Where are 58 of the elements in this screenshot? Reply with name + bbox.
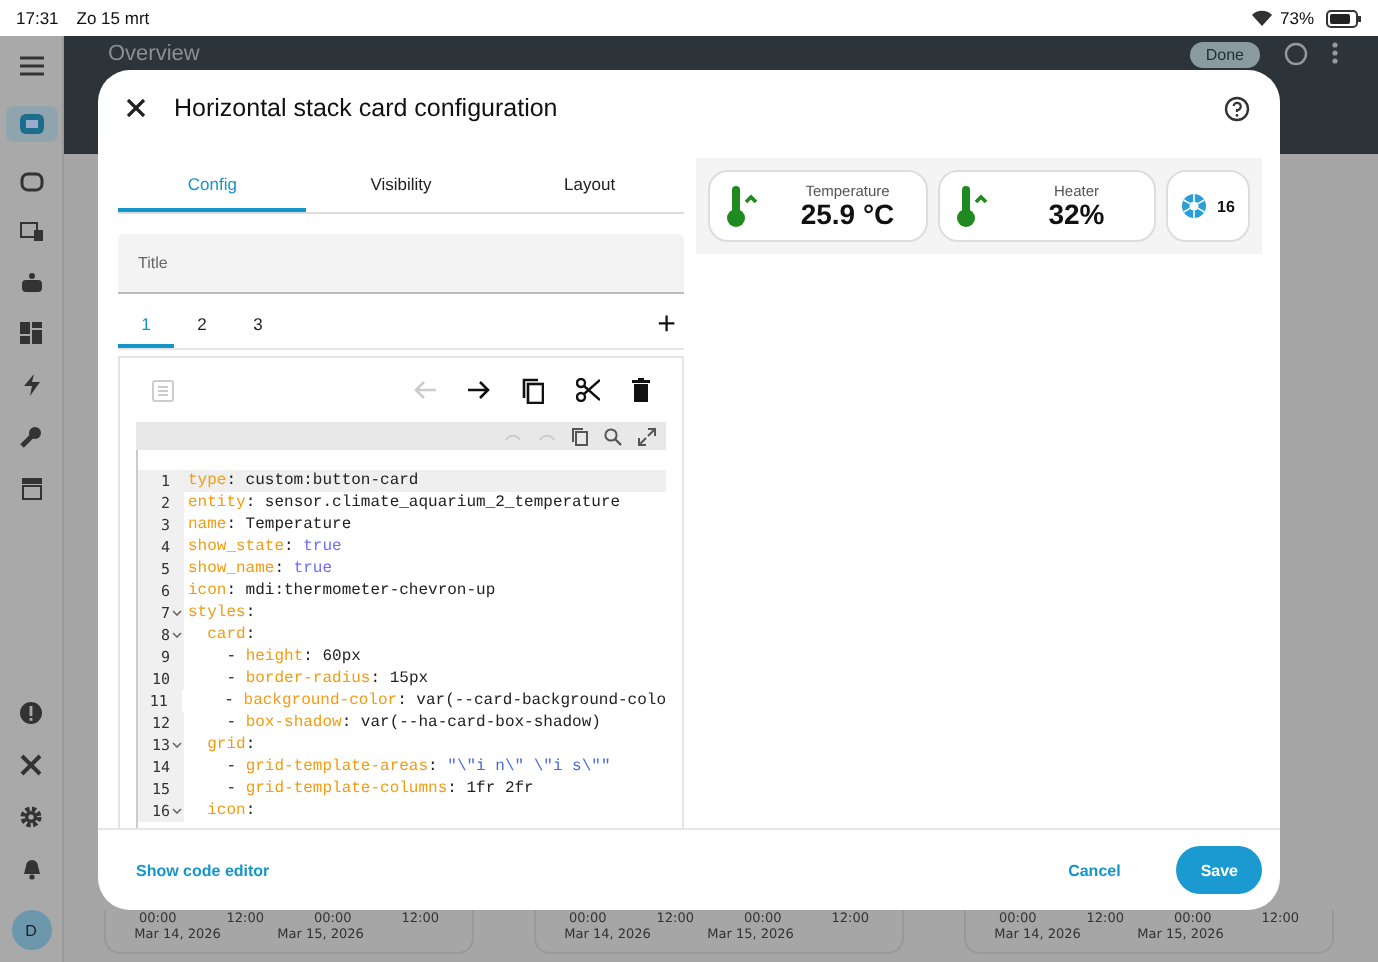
battery-percentage: 73% <box>1279 8 1314 28</box>
dashboard-title: Overview <box>108 42 200 66</box>
code-line: grid: <box>205 734 258 756</box>
battery-icon <box>1326 9 1362 27</box>
devices-icon[interactable] <box>19 222 43 242</box>
alert-icon[interactable] <box>20 702 42 724</box>
code-line: - height: 60px <box>224 646 363 668</box>
code-line: icon: mdi:thermometer-chevron-up <box>186 580 498 602</box>
code-line: name: Temperature <box>186 514 354 536</box>
bell-icon[interactable] <box>21 858 41 880</box>
fold-caret-icon[interactable] <box>172 742 182 748</box>
code-line: icon: <box>205 800 258 822</box>
card-tab[interactable]: 3 <box>230 302 286 348</box>
add-button[interactable]: + <box>649 311 684 339</box>
code-line: - grid-template-areas: "\"i n\" \"i s\"" <box>224 756 613 778</box>
more-icon[interactable] <box>1332 42 1338 64</box>
wifi-icon <box>1251 10 1272 26</box>
fullscreen-icon[interactable] <box>638 427 656 445</box>
code-line: card: <box>205 624 258 646</box>
arrow-right-icon[interactable] <box>468 380 490 400</box>
store-icon[interactable] <box>21 478 41 500</box>
close-icon[interactable] <box>126 98 146 118</box>
sensor-value: 32% <box>1048 200 1105 230</box>
tab[interactable]: Visibility <box>306 158 496 212</box>
copy-icon[interactable] <box>572 427 588 445</box>
code-line: - border-radius: 15px <box>224 668 431 690</box>
code-line: show_state: true <box>186 536 344 558</box>
status-time: 17:31 <box>16 8 59 28</box>
done-button[interactable]: Done <box>1189 42 1260 68</box>
fold-caret-icon[interactable] <box>172 808 182 814</box>
code-line: - grid-template-columns: 1fr 2fr <box>224 778 536 800</box>
code-line: styles: <box>186 602 258 624</box>
code-line: - background-color: var(--card-background-colo <box>222 690 666 712</box>
lightning-icon[interactable] <box>23 374 39 396</box>
settings-icon[interactable] <box>20 806 42 828</box>
tools-icon[interactable] <box>20 754 42 776</box>
code-line: entity: sensor.climate_aquarium_2_temperature <box>186 492 623 514</box>
sensor-card[interactable]: 16 <box>1166 170 1250 242</box>
code-line: - box-shadow: var(--ha-card-box-shadow) <box>224 712 603 734</box>
fold-caret-icon[interactable] <box>172 632 182 638</box>
sensor-value: 25.9 °C <box>800 200 895 230</box>
aperture-icon <box>1181 194 1206 218</box>
sensor-value: 16 <box>1217 197 1235 215</box>
scissors-icon[interactable] <box>576 378 600 402</box>
code-line: show_name: true <box>186 558 335 580</box>
sidebar-item[interactable] <box>5 106 57 142</box>
card-tab[interactable]: 2 <box>174 302 230 348</box>
status-date: Zo 15 mrt <box>76 8 150 28</box>
dialog-title: Horizontal stack card configuration <box>174 94 558 122</box>
user-avatar[interactable]: D <box>11 910 51 950</box>
tab[interactable]: Layout <box>495 158 684 212</box>
delete-icon[interactable] <box>632 378 650 402</box>
menu-icon[interactable] <box>19 56 43 76</box>
title-field[interactable]: Title <box>118 234 684 294</box>
copy-icon[interactable] <box>522 377 544 403</box>
search-icon[interactable] <box>604 427 622 445</box>
dashboard-icon[interactable] <box>20 322 42 344</box>
fold-caret-icon[interactable] <box>172 610 182 616</box>
